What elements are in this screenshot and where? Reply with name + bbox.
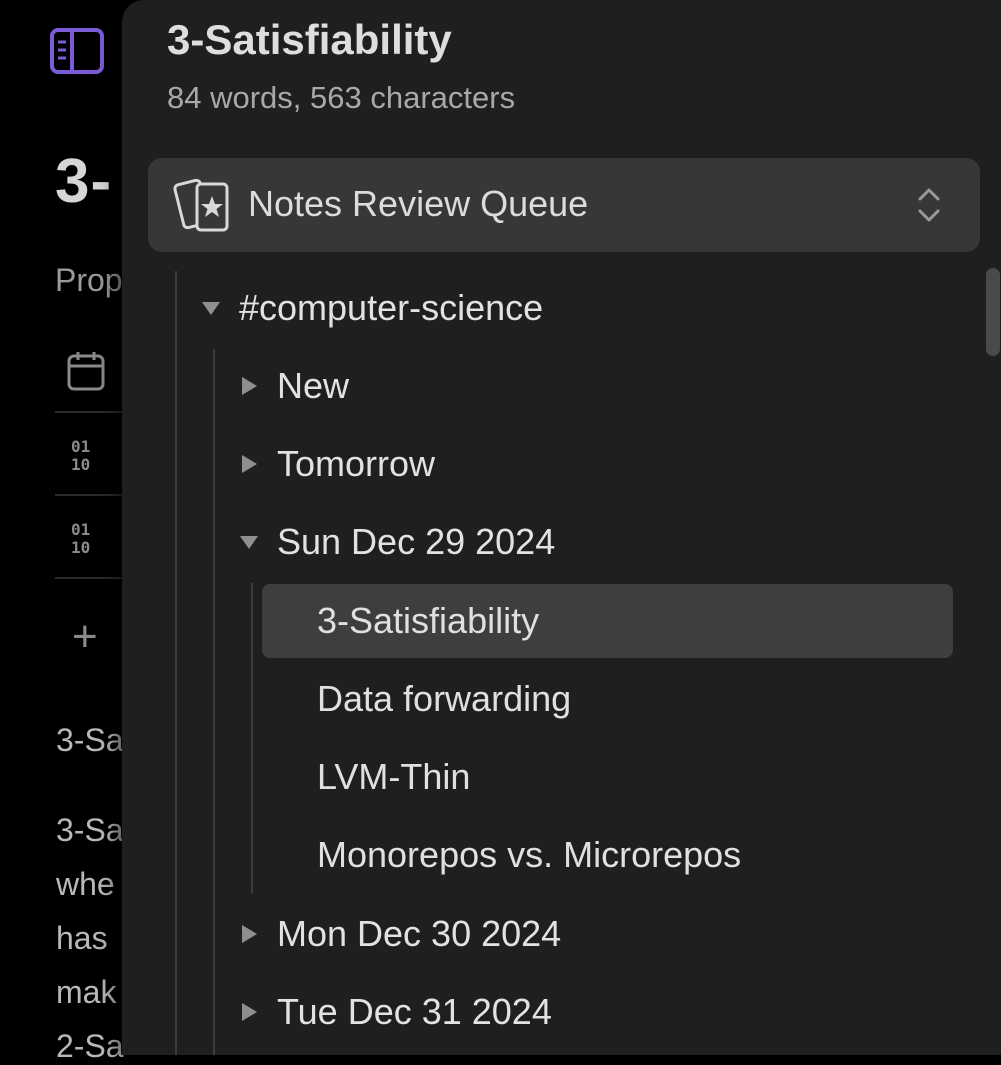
calendar-icon [67,352,105,391]
indent-guide [213,349,215,1055]
review-tree: #computer-science New Tomorrow Sun Dec 2… [122,268,1001,1055]
tree-group-label: New [277,365,350,406]
panel-title: 3-Satisfiability [167,16,452,63]
word-count: 84 words, 563 characters [167,80,516,115]
caret-right-icon [242,1003,257,1021]
body-text: mak [56,974,117,1010]
tree-group-sun-dec-29[interactable]: Sun Dec 29 2024 [239,505,555,579]
tree-group-label: Sun Dec 29 2024 [277,521,556,562]
body-text: whe [56,866,115,902]
tree-group-mon-dec-30[interactable]: Mon Dec 30 2024 [239,897,561,971]
binary-icon: 01 10 [71,437,90,474]
queue-selector-label: Notes Review Queue [248,183,589,224]
tree-root-computer-science[interactable]: #computer-science [201,271,543,345]
tree-note-item[interactable]: Monorepos vs. Microrepos [317,818,741,892]
queue-selector[interactable]: Notes Review Queue [148,158,980,252]
note-title: 3- [55,147,113,216]
tree-group-label: Tue Dec 31 2024 [277,991,552,1032]
svg-text:01: 01 [71,520,90,539]
tree-group-tomorrow[interactable]: Tomorrow [239,427,435,501]
properties-label: Prop [55,262,123,298]
tree-note-item[interactable]: LVM-Thin [317,740,470,814]
svg-text:10: 10 [71,538,90,557]
body-text: 3-Sa [56,722,124,758]
caret-down-icon [202,302,220,315]
tree-note-label: Monorepos vs. Microrepos [317,834,742,875]
tree-root-label: #computer-science [239,287,544,328]
indent-guide [251,583,253,893]
body-text: 2-Sa [56,1028,124,1064]
sidebar-toggle-icon[interactable] [50,28,104,74]
caret-right-icon [242,925,257,943]
tree-note-item[interactable]: Data forwarding [317,662,571,736]
cards-star-icon [173,178,229,232]
tree-note-item-active[interactable]: 3-Satisfiability [262,584,953,658]
tree-group-label: Mon Dec 30 2024 [277,913,562,954]
tree-group-label: Tomorrow [277,443,436,484]
tree-note-label: LVM-Thin [317,756,471,797]
svg-text:01: 01 [71,437,90,456]
caret-down-icon [240,536,258,549]
body-text: 3-Sa [56,812,124,848]
caret-right-icon [242,455,257,473]
chevron-up-down-icon [918,188,940,222]
svg-text:10: 10 [71,455,90,474]
tree-note-label: 3-Satisfiability [317,600,540,641]
tree-note-label: Data forwarding [317,678,572,719]
review-queue-panel: 3-Satisfiability 84 words, 563 character… [122,0,1001,1055]
tree-group-new[interactable]: New [239,349,349,423]
binary-icon: 01 10 [71,520,90,557]
add-property-icon[interactable]: + [72,615,98,659]
indent-guide [175,271,177,1055]
tree-group-tue-dec-31[interactable]: Tue Dec 31 2024 [239,975,552,1049]
body-text: has [56,920,108,956]
caret-right-icon [242,377,257,395]
